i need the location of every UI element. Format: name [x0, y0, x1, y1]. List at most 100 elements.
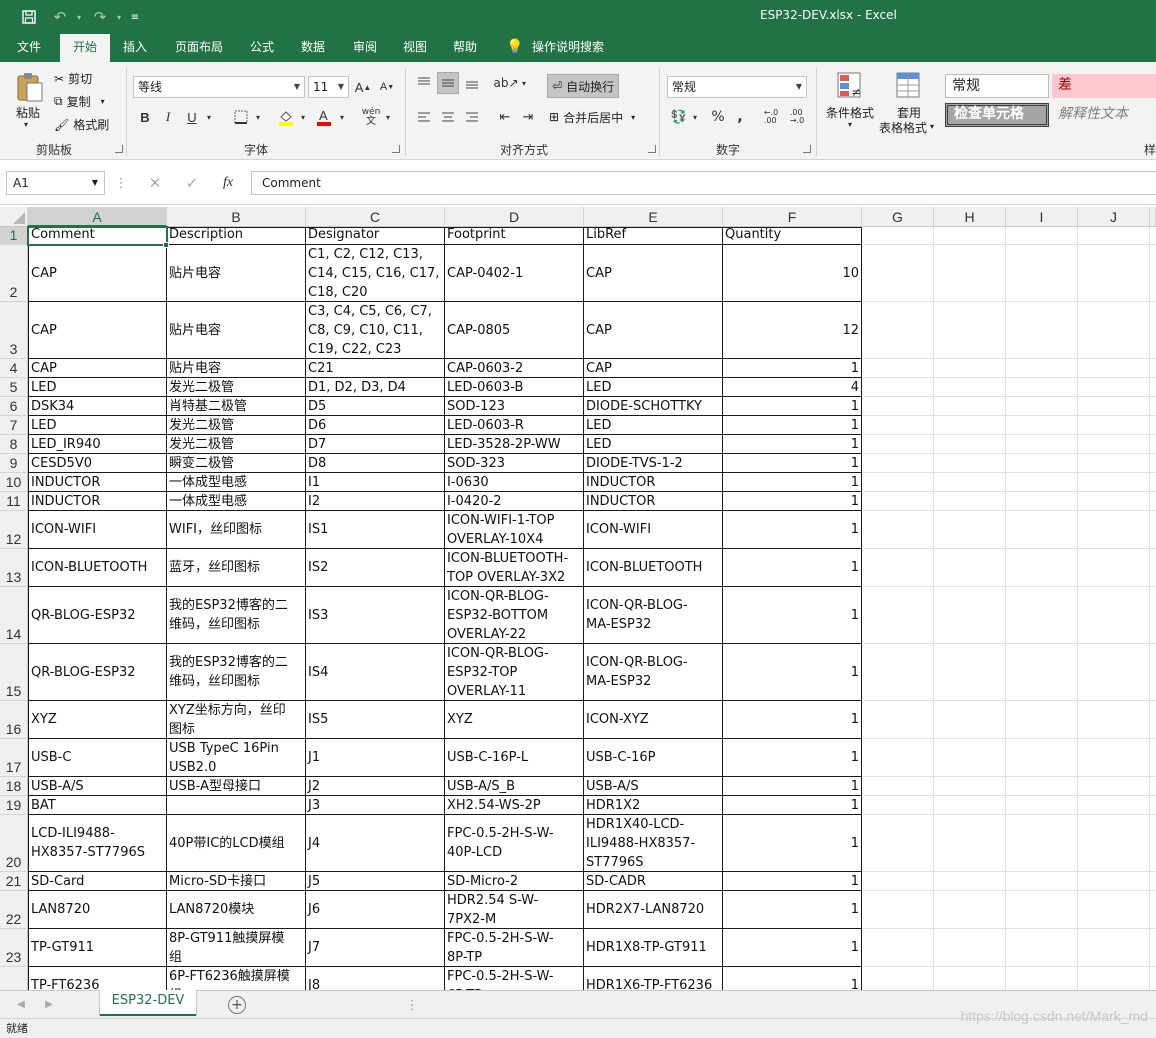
table-cell[interactable]: HDR1X2: [584, 796, 723, 815]
table-cell[interactable]: D7: [306, 435, 445, 454]
formula-input[interactable]: Comment: [251, 171, 1156, 195]
table-cell[interactable]: 1: [723, 454, 862, 473]
select-all-corner[interactable]: [0, 207, 28, 227]
table-cell[interactable]: CAP: [584, 302, 723, 359]
table-cell[interactable]: 肖特基二极管: [167, 397, 306, 416]
row-header[interactable]: 1: [0, 227, 28, 245]
table-cell[interactable]: J3: [306, 796, 445, 815]
table-cell[interactable]: C3, C4, C5, C6, C7, C8, C9, C10, C11, C1…: [306, 302, 445, 359]
row-header[interactable]: 2: [0, 245, 28, 302]
table-cell[interactable]: CAP: [28, 302, 167, 359]
tab-formulas[interactable]: 公式: [240, 34, 284, 62]
tab-help[interactable]: 帮助: [442, 34, 488, 62]
row-header[interactable]: 22: [0, 891, 28, 929]
style-normal[interactable]: 常规: [945, 74, 1049, 98]
table-cell[interactable]: LCD-ILI9488- HX8357-ST7796S: [28, 815, 167, 872]
row-header[interactable]: 23: [0, 929, 28, 967]
row-header[interactable]: 9: [0, 454, 28, 473]
phonetic-guide-icon[interactable]: wén 文: [360, 106, 382, 128]
accounting-dropdown-icon[interactable]: ▾: [690, 106, 700, 128]
table-cell[interactable]: XYZ: [28, 701, 167, 739]
align-top-icon[interactable]: [413, 72, 435, 94]
italic-button[interactable]: I: [160, 106, 176, 128]
table-cell[interactable]: J4: [306, 815, 445, 872]
cut-button[interactable]: ✂ 剪切: [54, 70, 92, 87]
table-cell[interactable]: SD-Card: [28, 872, 167, 891]
format-as-table-dropdown-icon[interactable]: ▾: [930, 122, 934, 131]
style-explanatory[interactable]: 解释性文本: [1052, 103, 1156, 127]
table-cell[interactable]: ICON-BLUETOOTH: [584, 549, 723, 587]
table-cell[interactable]: INDUCTOR: [584, 473, 723, 492]
column-header[interactable]: G: [862, 207, 934, 227]
row-header[interactable]: 17: [0, 739, 28, 777]
table-cell[interactable]: 1: [723, 397, 862, 416]
row-header[interactable]: 14: [0, 587, 28, 644]
tab-split-handle[interactable]: ⋮: [406, 996, 419, 1014]
table-cell[interactable]: 1: [723, 435, 862, 454]
table-cell[interactable]: ICON-BLUETOOTH- TOP OVERLAY-3X2: [445, 549, 584, 587]
table-cell[interactable]: USB-C-16P-L: [445, 739, 584, 777]
table-cell[interactable]: ICON-QR-BLOG- ESP32-TOP OVERLAY-11: [445, 644, 584, 701]
table-header-cell[interactable]: Quantity: [723, 227, 862, 245]
row-header[interactable]: 10: [0, 473, 28, 492]
table-header-cell[interactable]: Description: [167, 227, 306, 245]
table-cell[interactable]: LED: [584, 378, 723, 397]
align-right-icon[interactable]: [461, 106, 483, 128]
table-cell[interactable]: ICON-QR-BLOG- ESP32-BOTTOM OVERLAY-22: [445, 587, 584, 644]
table-cell[interactable]: 一体成型电感: [167, 492, 306, 511]
tab-data[interactable]: 数据: [290, 34, 336, 62]
table-cell[interactable]: 贴片电容: [167, 302, 306, 359]
table-cell[interactable]: IS2: [306, 549, 445, 587]
column-header[interactable]: [1150, 207, 1156, 227]
column-header[interactable]: A: [28, 207, 167, 227]
table-cell[interactable]: LED: [28, 416, 167, 435]
conditional-dropdown-icon[interactable]: ▾: [848, 120, 852, 129]
table-cell[interactable]: DIODE-TVS-1-2: [584, 454, 723, 473]
table-cell[interactable]: HDR2X7-LAN8720: [584, 891, 723, 929]
table-cell[interactable]: ICON-WIFI: [584, 511, 723, 549]
paste-icon[interactable]: [14, 70, 46, 104]
tab-file[interactable]: 文件: [6, 34, 52, 62]
table-cell[interactable]: CAP: [584, 359, 723, 378]
table-cell[interactable]: 1: [723, 359, 862, 378]
table-cell[interactable]: SD-CADR: [584, 872, 723, 891]
table-cell[interactable]: J1: [306, 739, 445, 777]
merge-center-button[interactable]: ⊞ 合并后居中 ▾: [549, 106, 635, 128]
table-cell[interactable]: 发光二极管: [167, 435, 306, 454]
table-cell[interactable]: 1: [723, 815, 862, 872]
font-color-icon[interactable]: A: [314, 106, 334, 128]
font-size-select[interactable]: 11 ▼: [308, 76, 349, 98]
table-cell[interactable]: J8: [306, 967, 445, 990]
table-cell[interactable]: SD-Micro-2: [445, 872, 584, 891]
table-header-cell[interactable]: LibRef: [584, 227, 723, 245]
add-sheet-icon[interactable]: +: [228, 996, 246, 1014]
fill-handle[interactable]: [163, 242, 169, 248]
table-cell[interactable]: D6: [306, 416, 445, 435]
table-cell[interactable]: ICON-BLUETOOTH: [28, 549, 167, 587]
phonetic-dropdown-icon[interactable]: ▾: [382, 106, 394, 128]
table-cell[interactable]: 6P-FT6236触摸屏模 组: [167, 967, 306, 990]
table-cell[interactable]: LED: [28, 378, 167, 397]
enter-icon[interactable]: ✓: [181, 173, 203, 193]
column-header[interactable]: H: [934, 207, 1006, 227]
table-cell[interactable]: 1: [723, 511, 862, 549]
column-header[interactable]: I: [1006, 207, 1078, 227]
table-cell[interactable]: 12: [723, 302, 862, 359]
table-cell[interactable]: CAP: [28, 359, 167, 378]
table-cell[interactable]: IS5: [306, 701, 445, 739]
table-cell[interactable]: 1: [723, 416, 862, 435]
tab-view[interactable]: 视图: [392, 34, 438, 62]
font-color-dropdown-icon[interactable]: ▾: [336, 106, 348, 128]
column-header[interactable]: B: [167, 207, 306, 227]
increase-decimal-icon[interactable]: ←.0.00: [760, 106, 782, 128]
table-cell[interactable]: C1, C2, C12, C13, C14, C15, C16, C17, C1…: [306, 245, 445, 302]
alignment-launcher-icon[interactable]: [648, 145, 656, 153]
table-cell[interactable]: 瞬变二极管: [167, 454, 306, 473]
scroll-right-icon[interactable]: ▶: [40, 995, 58, 1013]
column-header[interactable]: C: [306, 207, 445, 227]
table-cell[interactable]: 蓝牙，丝印图标: [167, 549, 306, 587]
table-cell[interactable]: LED-3528-2P-WW: [445, 435, 584, 454]
table-cell[interactable]: ICON-QR-BLOG- MA-ESP32: [584, 587, 723, 644]
table-cell[interactable]: 1: [723, 701, 862, 739]
table-cell[interactable]: 我的ESP32博客的二 维码，丝印图标: [167, 587, 306, 644]
